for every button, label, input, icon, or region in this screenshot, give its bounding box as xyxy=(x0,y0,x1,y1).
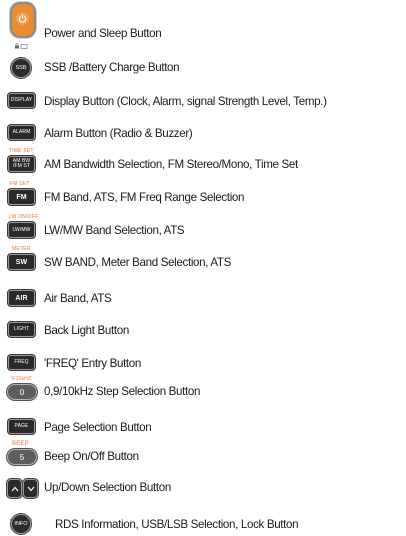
lw-mw-label: LW/MW Band Selection, ATS xyxy=(44,224,185,237)
sw-label: SW BAND, Meter Band Selection, ATS xyxy=(44,256,231,269)
chevron-down-icon xyxy=(27,486,34,491)
legend-row-sw: METER SW SW BAND, Meter Band Selection, … xyxy=(0,246,406,276)
display-label: Display Button (Clock, Alarm, signal Str… xyxy=(44,95,327,108)
legend-row-beep: BEEP 5 Beep On/Off Button xyxy=(0,441,406,471)
info-label: RDS Information, USB/LSB Selection, Lock… xyxy=(55,518,299,531)
legend-row-power: Power and Sleep Button xyxy=(0,0,406,49)
power-icon xyxy=(16,12,29,25)
display-button-icon: DISPLAY xyxy=(8,93,35,108)
legend-row-info: INFO RDS Information, USB/LSB Selection,… xyxy=(0,508,406,536)
up-down-label: Up/Down Selection Button xyxy=(44,481,171,494)
power-button-icon xyxy=(10,2,36,38)
step-label: 0,9/10kHz Step Selection Button xyxy=(44,385,201,398)
legend-row-light: LIGHT Back Light Button xyxy=(0,321,406,343)
beep-label: Beep On/Off Button xyxy=(44,450,139,463)
light-button-icon: LIGHT xyxy=(8,322,35,337)
am-bw-button-icon: AM BW /FM ST xyxy=(8,156,35,172)
chevron-up-icon xyxy=(11,486,18,491)
legend-row-am-bw: TIME SET AM BW /FM ST AM Bandwidth Selec… xyxy=(0,148,406,178)
legend-row-up-down: Up/Down Selection Button xyxy=(0,479,406,501)
alarm-button-icon: ALARM xyxy=(8,125,35,140)
sw-button-icon: SW xyxy=(8,254,35,270)
down-button-icon xyxy=(23,479,38,498)
legend-row-ssb: SSB SSB /Battery Charge Button xyxy=(0,58,406,80)
lock-indicator-icon xyxy=(14,36,28,54)
legend-row-display: DISPLAY Display Button (Clock, Alarm, si… xyxy=(0,92,406,114)
five-button-icon: 5 xyxy=(7,449,37,465)
light-label: Back Light Button xyxy=(44,324,129,337)
lw-on-off-super-label: LW ON/OFF xyxy=(9,214,39,220)
power-label: Power and Sleep Button xyxy=(44,27,162,40)
zero-button-icon: 0 xyxy=(7,384,37,400)
fm-button-icon: FM xyxy=(8,189,35,205)
step-super-label: 9/10kHZ xyxy=(11,376,32,382)
freq-label: 'FREQ' Entry Button xyxy=(44,357,142,370)
am-bw-label: AM Bandwidth Selection, FM Stereo/Mono, … xyxy=(44,158,298,171)
freq-button-icon: FREQ xyxy=(8,355,35,370)
fm-label: FM Band, ATS, FM Freq Range Selection xyxy=(44,191,245,204)
legend-row-air: AIR Air Band, ATS xyxy=(0,290,406,312)
time-set-super-label: TIME SET xyxy=(9,148,34,154)
legend-row-alarm: ALARM Alarm Button (Radio & Buzzer) xyxy=(0,123,406,145)
legend-row-lw-mw: LW ON/OFF LW/MW LW/MW Band Selection, AT… xyxy=(0,214,406,244)
alarm-label: Alarm Button (Radio & Buzzer) xyxy=(44,127,193,140)
legend-row-step: 9/10kHZ 0 0,9/10kHz Step Selection Butto… xyxy=(0,376,406,406)
legend-row-page: PAGE Page Selection Button xyxy=(0,418,406,440)
air-label: Air Band, ATS xyxy=(44,292,112,305)
lw-mw-button-icon: LW/MW xyxy=(8,222,35,238)
meter-super-label: METER xyxy=(12,246,31,252)
ssb-button-icon: SSB xyxy=(11,58,31,78)
page-label: Page Selection Button xyxy=(44,421,152,434)
beep-super-label: BEEP xyxy=(12,441,29,447)
air-button-icon: AIR xyxy=(8,290,35,306)
legend-row-fm: FM SET FM FM Band, ATS, FM Freq Range Se… xyxy=(0,181,406,211)
ssb-label: SSB /Battery Charge Button xyxy=(44,61,180,74)
info-button-icon: INFO xyxy=(11,514,31,534)
legend-row-freq: FREQ 'FREQ' Entry Button xyxy=(0,354,406,376)
page-button-icon: PAGE xyxy=(8,419,35,434)
fm-set-super-label: FM SET xyxy=(10,181,30,187)
up-button-icon xyxy=(7,479,22,498)
